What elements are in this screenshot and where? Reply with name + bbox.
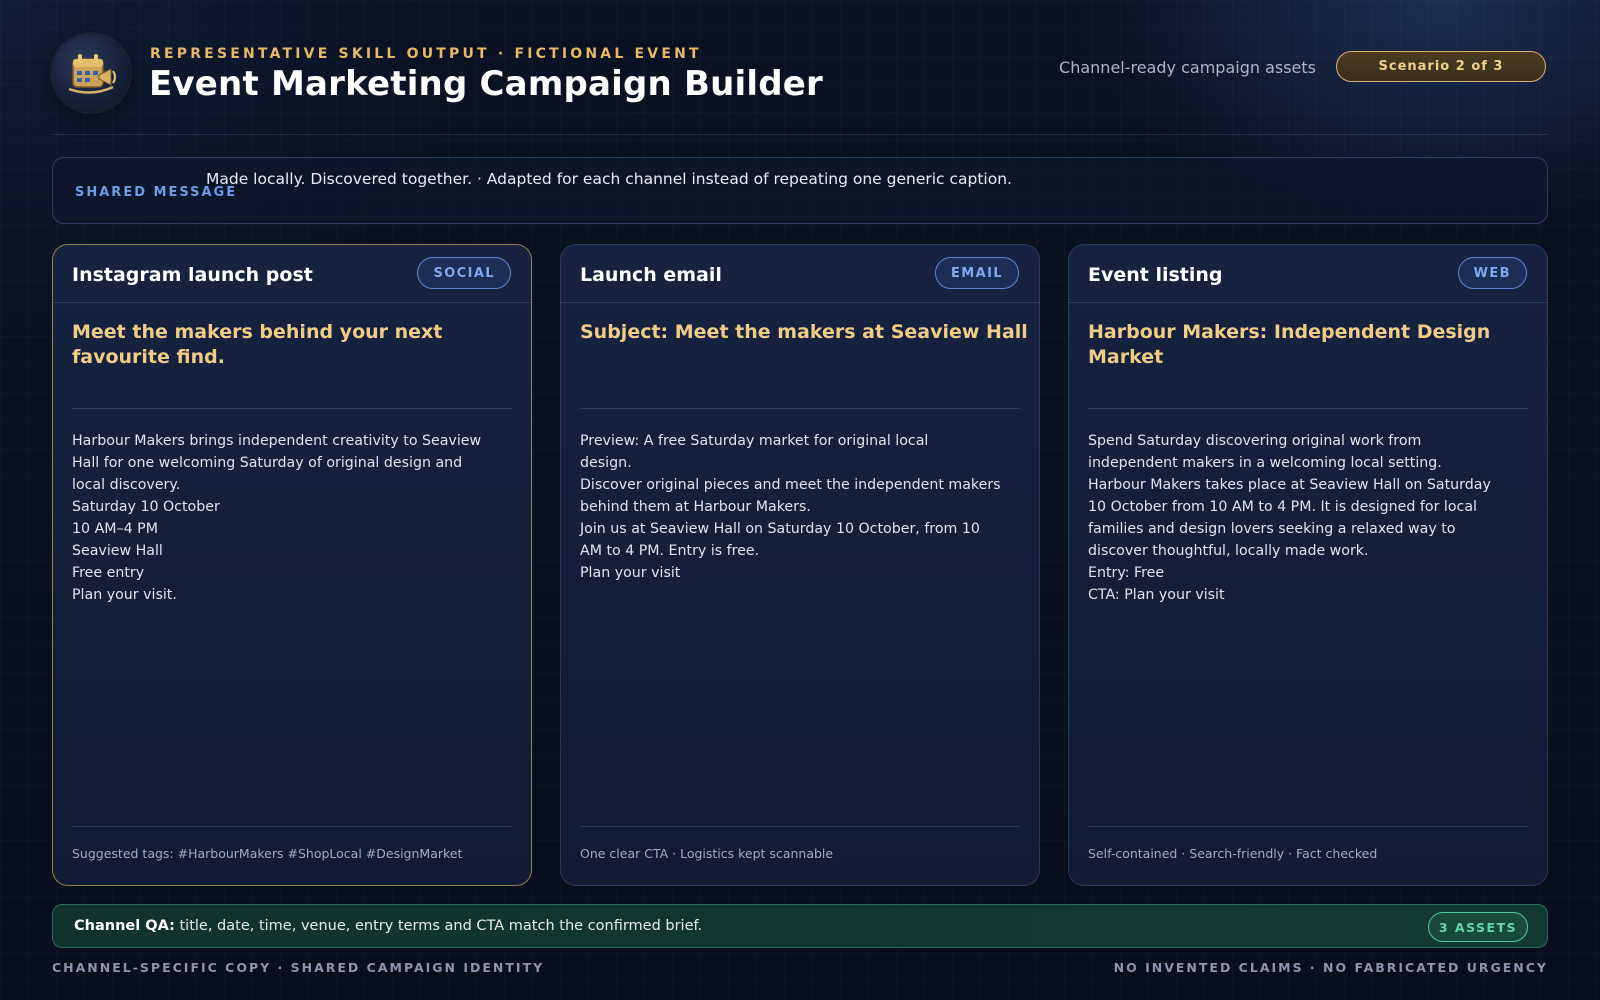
channel-qa-bar: Channel QA: title, date, time, venue, en… — [52, 904, 1548, 948]
body-line: independent makers in a welcoming local … — [1088, 455, 1442, 471]
card-headline: Subject: Meet the makers at Seaview Hall — [580, 321, 1028, 343]
body-line: Free entry — [72, 565, 145, 581]
card-header: Event listing WEB — [1069, 245, 1547, 303]
body-line: CTA: Plan your visit — [1088, 587, 1225, 603]
card-divider — [580, 408, 1020, 409]
body-line: local discovery. — [72, 477, 181, 493]
header: REPRESENTATIVE SKILL OUTPUT · FICTIONAL … — [52, 34, 1548, 114]
card-footnote: Suggested tags: #HarbourMakers #ShopLoca… — [72, 846, 463, 861]
body-line: 10 October from 10 AM to 4 PM. It is des… — [1088, 499, 1477, 515]
body-line: Plan your visit — [580, 565, 681, 581]
card-body: Preview: A free Saturday market for orig… — [580, 430, 1020, 584]
channel-chip: WEB — [1457, 257, 1527, 289]
body-line: Discover original pieces and meet the in… — [580, 477, 1001, 493]
card-title: Launch email — [580, 264, 722, 286]
card-header: Launch email EMAIL — [561, 245, 1039, 303]
card-header: Instagram launch post SOCIAL — [53, 245, 531, 303]
channel-chip: SOCIAL — [417, 257, 511, 289]
card-headline: Meet the makers behind your next favouri… — [72, 321, 443, 368]
page: REPRESENTATIVE SKILL OUTPUT · FICTIONAL … — [52, 0, 1548, 1000]
header-tagline: Channel-ready campaign assets — [1059, 58, 1316, 77]
scenario-badge[interactable]: Scenario 2 of 3 — [1336, 51, 1546, 82]
asset-card-listing[interactable]: Event listing WEB Harbour Makers: Indepe… — [1068, 244, 1548, 886]
body-line: design. — [580, 455, 632, 471]
card-title: Event listing — [1088, 264, 1223, 286]
qa-label: Channel QA: — [74, 918, 175, 934]
card-footnote: One clear CTA · Logistics kept scannable — [580, 846, 834, 861]
card-divider — [72, 408, 512, 409]
shared-message-panel: SHARED MESSAGE Made locally. Discovered … — [52, 157, 1548, 224]
footer-right-note: NO INVENTED CLAIMS · NO FABRICATED URGEN… — [1113, 960, 1548, 975]
body-line: Preview: A free Saturday market for orig… — [580, 433, 929, 449]
asset-card-email[interactable]: Launch email EMAIL Subject: Meet the mak… — [560, 244, 1040, 886]
header-divider — [52, 134, 1548, 135]
page-title: Event Marketing Campaign Builder — [149, 64, 823, 104]
body-line: Plan your visit. — [72, 587, 177, 603]
body-line: families and design lovers seeking a rel… — [1088, 521, 1456, 537]
body-line: Spend Saturday discovering original work… — [1088, 433, 1422, 449]
body-line: Hall for one welcoming Saturday of origi… — [72, 455, 463, 471]
body-line: AM to 4 PM. Entry is free. — [580, 543, 760, 559]
body-line: Saturday 10 October — [72, 499, 220, 515]
qa-message: title, date, time, venue, entry terms an… — [174, 918, 703, 934]
card-footer-divider — [1088, 826, 1528, 827]
body-line: Harbour Makers brings independent creati… — [72, 433, 482, 449]
asset-card-instagram[interactable]: Instagram launch post SOCIAL Meet the ma… — [52, 244, 532, 886]
shared-message-text: Made locally. Discovered together. · Ada… — [206, 170, 1012, 188]
body-line: Join us at Seaview Hall on Saturday 10 O… — [580, 521, 980, 537]
body-line: Seaview Hall — [72, 543, 163, 559]
card-title: Instagram launch post — [72, 264, 313, 286]
footer-left-note: CHANNEL-SPECIFIC COPY · SHARED CAMPAIGN … — [52, 960, 545, 975]
qa-text: Channel QA: title, date, time, venue, en… — [74, 918, 702, 934]
card-footer-divider — [72, 826, 512, 827]
card-body: Harbour Makers brings independent creati… — [72, 430, 512, 606]
card-footer-divider — [580, 826, 1020, 827]
calendar-megaphone-icon — [52, 34, 130, 112]
card-body: Spend Saturday discovering original work… — [1088, 430, 1528, 606]
body-line: behind them at Harbour Makers. — [580, 499, 811, 515]
body-line: 10 AM–4 PM — [72, 521, 158, 537]
channel-chip: EMAIL — [935, 257, 1019, 289]
card-headline: Harbour Makers: Independent Design Marke… — [1088, 321, 1491, 368]
body-line: Harbour Makers takes place at Seaview Ha… — [1088, 477, 1491, 493]
eyebrow-label: REPRESENTATIVE SKILL OUTPUT · FICTIONAL … — [150, 46, 702, 62]
body-line: discover thoughtful, locally made work. — [1088, 543, 1369, 559]
asset-count-badge: 3 ASSETS — [1428, 912, 1528, 942]
body-line: Entry: Free — [1088, 565, 1165, 581]
card-divider — [1088, 408, 1528, 409]
card-footnote: Self-contained · Search-friendly · Fact … — [1088, 846, 1378, 861]
